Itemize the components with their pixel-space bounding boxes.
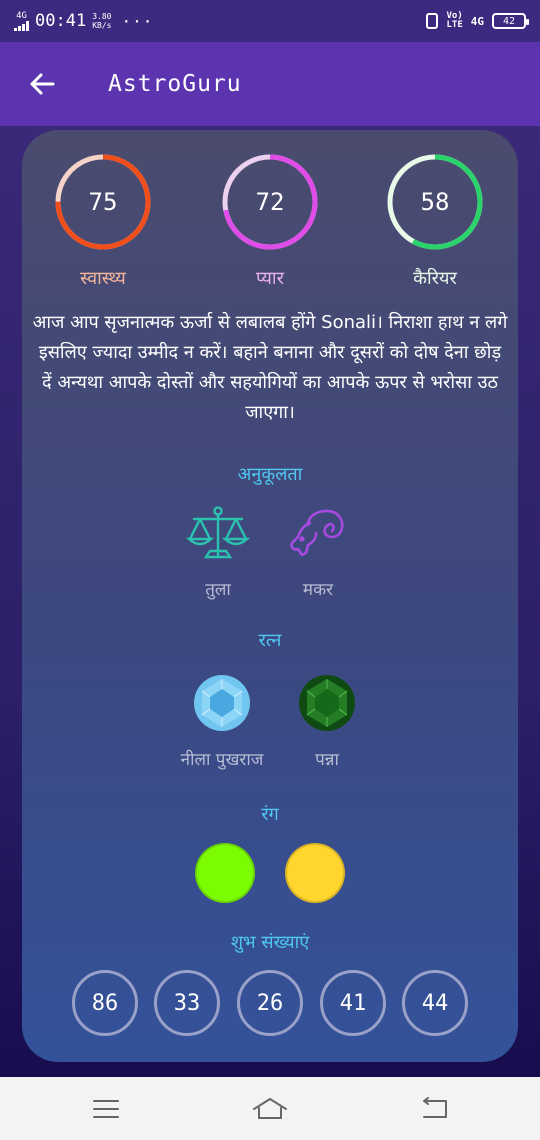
meter-health: 75 स्वास्थ्य: [43, 150, 163, 290]
lucky-number: 26: [237, 970, 303, 1036]
capricorn-goat-icon: [290, 509, 344, 557]
lucky-numbers-list: 86 33 26 41 44: [22, 970, 518, 1036]
volte-bottom: LTE: [446, 20, 463, 30]
system-nav-bar: [0, 1077, 540, 1140]
lucky-number: 44: [402, 970, 468, 1036]
status-right: Vo) LTE 4G 42: [426, 12, 529, 30]
lucky-numbers-title: शुभ संख्याएं: [230, 932, 310, 953]
lucky-number: 33: [154, 970, 220, 1036]
clock: 00:41: [35, 11, 87, 31]
home-icon: [253, 1097, 287, 1119]
love-score: 72: [255, 188, 285, 216]
emerald-gem-icon: [299, 675, 355, 731]
health-score: 75: [88, 188, 118, 216]
horoscope-card: 75 स्वास्थ्य 72 प्यार 58 कैरियर आज आप सृ…: [22, 130, 518, 1062]
network-speed: 3.80 KB/s: [92, 12, 111, 30]
back-button[interactable]: [0, 42, 84, 126]
signal-bars-icon: [14, 20, 29, 31]
speed-unit: KB/s: [92, 21, 112, 30]
compat-label-capricorn: मकर: [302, 580, 334, 600]
status-bar: 4G 00:41 3.80 KB/s ··· Vo) LTE 4G 42: [0, 0, 540, 42]
colors-title: रंग: [261, 804, 279, 825]
gem-item-blue-topaz[interactable]: नीला पुखराज: [162, 673, 282, 770]
app-bar: AstroGuru: [0, 42, 540, 126]
gem-label-blue-topaz: नीला पुखराज: [180, 750, 264, 770]
battery-icon: 42: [492, 13, 529, 29]
speed-value: 3.80: [92, 12, 112, 21]
network-type-right: 4G: [470, 14, 484, 28]
back-arrow-icon: [30, 73, 55, 95]
horoscope-description: आज आप सृजनात्मक ऊर्जा से लबालब होंगे Son…: [32, 312, 508, 423]
back-nav-button[interactable]: [394, 1077, 474, 1140]
love-label: प्यार: [256, 268, 284, 289]
home-button[interactable]: [230, 1077, 310, 1140]
battery-level: 42: [502, 15, 516, 27]
lucky-number: 86: [72, 970, 138, 1036]
status-left: 4G 00:41 3.80 KB/s ···: [14, 11, 153, 31]
page-title: AstroGuru: [108, 71, 242, 97]
gems-list: नीला पुखराज पन्ना: [22, 673, 518, 783]
vibrate-icon: [426, 13, 439, 29]
gems-title: रत्न: [258, 630, 282, 651]
lucky-number: 41: [320, 970, 386, 1036]
more-notifications-icon: ···: [121, 11, 154, 31]
meter-love: 72 प्यार: [210, 150, 330, 290]
color-swatch-green: [195, 843, 255, 903]
gem-item-emerald[interactable]: पन्ना: [267, 673, 387, 770]
career-label: कैरियर: [413, 268, 457, 289]
back-return-icon: [423, 1096, 447, 1118]
health-label: स्वास्थ्य: [80, 268, 126, 289]
menu-lines-icon: [93, 1099, 119, 1118]
signal-indicator: 4G: [14, 10, 29, 31]
career-score: 58: [420, 188, 450, 216]
volte-indicator: Vo) LTE: [446, 12, 462, 30]
score-meters: 75 स्वास्थ्य 72 प्यार 58 कैरियर: [22, 150, 518, 290]
color-swatch-yellow: [285, 843, 345, 903]
libra-scales-icon: [185, 506, 251, 559]
recent-apps-button[interactable]: [66, 1077, 146, 1140]
blue-topaz-gem-icon: [194, 675, 250, 731]
compatibility-title: अनुकूलता: [237, 464, 303, 485]
network-type: 4G: [16, 10, 27, 21]
meter-career: 58 कैरियर: [375, 150, 495, 290]
gem-label-emerald: पन्ना: [315, 750, 339, 770]
compat-item-capricorn[interactable]: मकर: [258, 505, 378, 600]
compatibility-list: तुला मकर: [22, 505, 518, 615]
